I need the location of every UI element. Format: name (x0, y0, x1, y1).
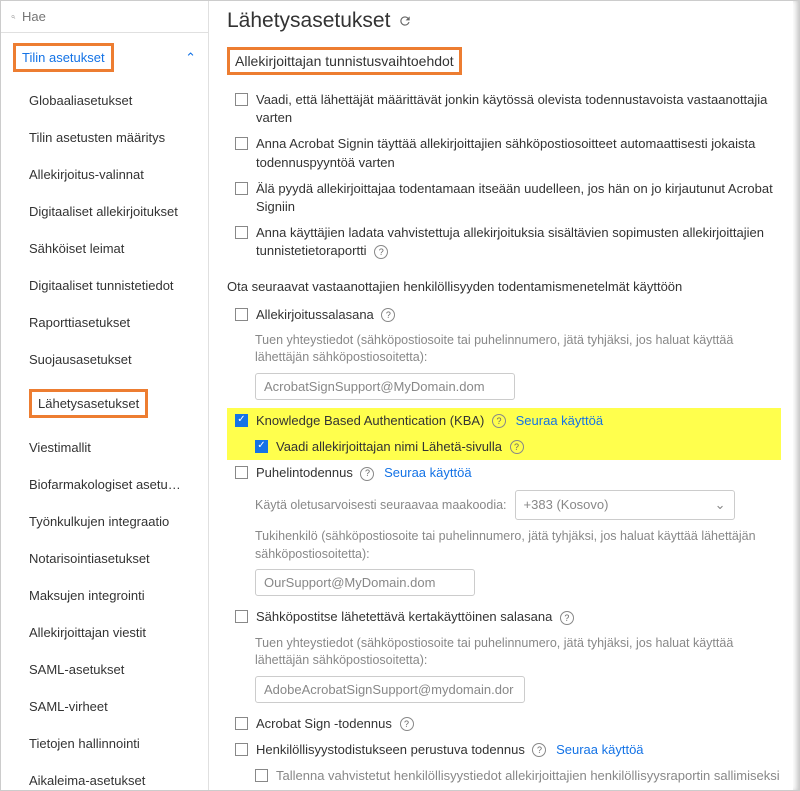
sidebar-item-security[interactable]: Suojausasetukset (1, 341, 208, 378)
sidebar-item-saml-settings[interactable]: SAML-asetukset (1, 651, 208, 688)
sidebar-item-eseals[interactable]: Sähköiset leimat (1, 230, 208, 267)
sidebar-submenu: Globaaliasetukset Tilin asetusten määrit… (1, 82, 208, 790)
opt-no-reauth[interactable]: Älä pyydä allekirjoittajaa todentamaan i… (227, 176, 781, 220)
refresh-icon[interactable] (398, 14, 412, 28)
contact-input-2[interactable] (255, 676, 525, 703)
chevron-up-icon: ⌃ (185, 50, 196, 66)
opt-require-name[interactable]: Vaadi allekirjoittajan nimi Lähetä-sivul… (227, 434, 781, 460)
sidebar-item-workflow-integration[interactable]: Työnkulkujen integraatio (1, 503, 208, 540)
opt-download-report[interactable]: Anna käyttäjien ladata vahvistettuja all… (227, 220, 781, 264)
search-input[interactable] (22, 9, 198, 24)
checkbox[interactable] (235, 182, 248, 195)
sidebar-item-notarize[interactable]: Notarisointiasetukset (1, 540, 208, 577)
sidebar-item-global[interactable]: Globaaliasetukset (1, 82, 208, 119)
sidebar-item-digital-signatures[interactable]: Digitaaliset allekirjoitukset (1, 193, 208, 230)
opt-email-otp[interactable]: Sähköpostitse lähetettävä kertakäyttöine… (227, 604, 781, 630)
sidebar-item-timestamp[interactable]: Aikaleima-asetukset (1, 762, 208, 790)
checkbox[interactable] (235, 308, 248, 321)
track-usage-link[interactable]: Seuraa käyttöä (384, 465, 471, 480)
search-icon (11, 10, 16, 24)
opt-auto-email[interactable]: Anna Acrobat Signin täyttää allekirjoitt… (227, 131, 781, 175)
track-usage-link[interactable]: Seuraa käyttöä (516, 413, 603, 428)
checkbox[interactable] (255, 769, 268, 782)
help-icon[interactable]: ? (532, 743, 546, 757)
checkbox-checked[interactable] (235, 414, 248, 427)
sidebar-item-signature-options[interactable]: Allekirjoitus-valinnat (1, 156, 208, 193)
support-input[interactable] (255, 569, 475, 596)
help-icon[interactable]: ? (492, 414, 506, 428)
checkbox[interactable] (235, 717, 248, 730)
help-icon[interactable]: ? (560, 611, 574, 625)
sidebar-item-signer-messages[interactable]: Allekirjoittajan viestit (1, 614, 208, 651)
help-icon[interactable]: ? (381, 308, 395, 322)
sidebar-item-send-settings[interactable]: Lähetysasetukset (1, 378, 208, 429)
enable-methods-heading: Ota seuraavat vastaanottajien henkilölli… (227, 279, 781, 294)
sidebar-item-biopharma[interactable]: Biofarmakologiset asetu… (1, 466, 208, 503)
checkbox-checked[interactable] (255, 440, 268, 453)
main-content: Lähetysasetukset Allekirjoittajan tunnis… (209, 1, 799, 790)
help-icon[interactable]: ? (510, 440, 524, 454)
checkbox[interactable] (235, 743, 248, 756)
checkbox[interactable] (235, 93, 248, 106)
checkbox[interactable] (235, 137, 248, 150)
opt-kba[interactable]: Knowledge Based Authentication (KBA) ? S… (227, 408, 781, 434)
contact-input-1[interactable] (255, 373, 515, 400)
page-title: Lähetysasetukset (227, 9, 781, 33)
opt-phone-auth[interactable]: Puhelintodennus ? Seuraa käyttöä (227, 460, 781, 486)
sidebar-item-payments[interactable]: Maksujen integrointi (1, 577, 208, 614)
sidebar-item-digital-ids[interactable]: Digitaaliset tunnistetiedot (1, 267, 208, 304)
checkbox[interactable] (235, 610, 248, 623)
contact-hint-2: Tuen yhteystiedot (sähköpostiosoite tai … (227, 631, 781, 674)
contact-hint: Tuen yhteystiedot (sähköpostiosoite tai … (227, 328, 781, 371)
sidebar-accordion-header[interactable]: Tilin asetukset ⌃ (1, 33, 208, 82)
sidebar-item-account-setup[interactable]: Tilin asetusten määritys (1, 119, 208, 156)
country-row: Käytä oletusarvoisesti seuraavaa maakood… (227, 486, 781, 524)
sidebar-item-message-templates[interactable]: Viestimallit (1, 429, 208, 466)
sidebar-item-data-governance[interactable]: Tietojen hallinnointi (1, 725, 208, 762)
opt-store-id[interactable]: Tallenna vahvistetut henkilöllisyystiedo… (227, 763, 781, 789)
opt-sig-password[interactable]: Allekirjoitussalasana ? (227, 302, 781, 328)
chevron-down-icon: ⌄ (715, 496, 726, 514)
sidebar-header-label: Tilin asetukset (13, 43, 114, 72)
sidebar-item-reports[interactable]: Raporttiasetukset (1, 304, 208, 341)
help-icon[interactable]: ? (400, 717, 414, 731)
country-select[interactable]: +383 (Kosovo)⌄ (515, 490, 735, 520)
checkbox[interactable] (235, 226, 248, 239)
search-box[interactable] (1, 1, 208, 33)
sidebar-item-saml-errors[interactable]: SAML-virheet (1, 688, 208, 725)
opt-id-auth[interactable]: Henkilöllisyystodistukseen perustuva tod… (227, 737, 781, 763)
opt-acrobat-auth[interactable]: Acrobat Sign -todennus ? (227, 711, 781, 737)
checkbox[interactable] (235, 466, 248, 479)
opt-require-auth[interactable]: Vaadi, että lähettäjät määrittävät jonki… (227, 87, 781, 131)
help-icon[interactable]: ? (374, 245, 388, 259)
section-title: Allekirjoittajan tunnistusvaihtoehdot (227, 47, 462, 75)
support-hint: Tukihenkilö (sähköpostiosoite tai puheli… (227, 524, 781, 567)
help-icon[interactable]: ? (360, 467, 374, 481)
track-usage-link[interactable]: Seuraa käyttöä (556, 742, 643, 757)
